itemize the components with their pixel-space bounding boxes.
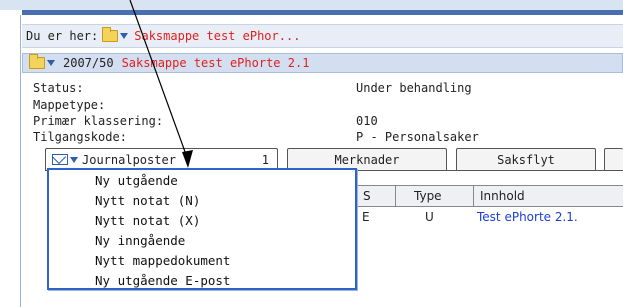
cell-type: U <box>425 210 434 224</box>
tab-saksflyt[interactable]: Saksflyt <box>456 148 596 170</box>
dropdown-caret-icon[interactable] <box>47 60 55 66</box>
folder-icon[interactable] <box>102 27 119 42</box>
cell-innhold-link[interactable]: Test ePhorte 2.1. <box>477 210 578 224</box>
meta-value-status: Under behandling <box>356 81 472 95</box>
folder-icon[interactable] <box>29 54 45 69</box>
meta-label-klassering: Primær klassering: <box>33 114 164 128</box>
meta-value-tilgangskode: P - Personalsaker <box>356 130 479 144</box>
meta-label-status: Status: <box>33 81 84 95</box>
window-top-strip <box>0 0 623 10</box>
tab-overflow[interactable] <box>604 148 623 170</box>
meta-value-klassering: 010 <box>356 114 378 128</box>
dropdown-caret-icon[interactable] <box>120 33 129 39</box>
breadcrumb-link[interactable]: Saksmappe test ePhor... <box>134 29 300 43</box>
mail-icon[interactable] <box>52 154 68 165</box>
case-header: 2007/50 Saksmappe test ePhorte 2.1 <box>22 53 623 73</box>
case-number: 2007/50 <box>63 56 114 70</box>
new-document-menu: Ny utgående Nytt notat (N) Nytt notat (X… <box>47 168 357 290</box>
column-header-s[interactable]: S <box>357 185 395 207</box>
column-header-label: Innhold <box>480 189 525 203</box>
breadcrumb-prefix: Du er her: <box>26 29 99 43</box>
breadcrumb: Du er her: Saksmappe test ePhor... <box>22 24 623 48</box>
column-header-type[interactable]: Type <box>395 185 473 207</box>
tab-merknader[interactable]: Merknader <box>287 148 447 170</box>
menu-item-nytt-notat-x[interactable]: Nytt notat (X) <box>49 210 355 230</box>
cell-s: E <box>362 210 370 224</box>
case-title: Saksmappe test ePhorte 2.1 <box>121 56 310 70</box>
menu-item-nytt-mappedokument[interactable]: Nytt mappedokument <box>49 250 355 270</box>
column-header-innhold[interactable]: Innhold <box>473 185 623 207</box>
tab-count: 1 <box>261 152 269 167</box>
tab-label: Saksflyt <box>497 152 555 167</box>
column-header-label: S <box>363 189 371 203</box>
menu-item-nytt-notat-n[interactable]: Nytt notat (N) <box>49 190 355 210</box>
menu-item-ny-inngaende[interactable]: Ny inngående <box>49 230 355 250</box>
tab-label: Journalposter <box>82 152 176 167</box>
dropdown-caret-icon[interactable] <box>70 156 78 163</box>
menu-item-ny-utgaende[interactable]: Ny utgående <box>49 170 355 190</box>
tab-label: Merknader <box>334 152 400 167</box>
meta-label-mappetype: Mappetype: <box>33 98 106 112</box>
column-header-label: Type <box>414 189 442 203</box>
menu-item-ny-utgaende-epost[interactable]: Ny utgående E-post <box>49 270 355 290</box>
tab-journalposter[interactable]: Journalposter 1 <box>45 148 278 170</box>
meta-label-tilgangskode: Tilgangskode: <box>33 130 127 144</box>
